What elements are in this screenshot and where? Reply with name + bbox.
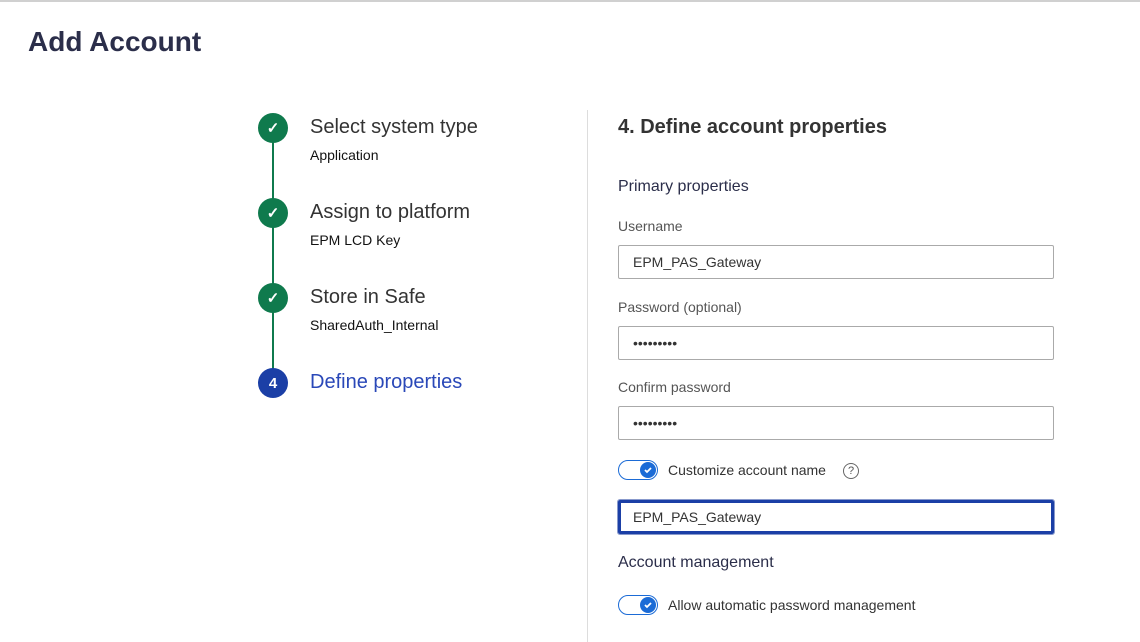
step-4-title: Define properties <box>310 371 462 394</box>
step-1-subtitle: Application <box>310 147 379 163</box>
check-icon <box>640 597 656 613</box>
step-1-title: Select system type <box>310 116 478 139</box>
account-name-input[interactable]: EPM_PAS_Gateway <box>618 500 1054 534</box>
stepper-line <box>272 128 274 383</box>
page-title: Add Account <box>28 26 201 58</box>
step-1-check-icon: ✓ <box>258 113 288 143</box>
auto-password-management-label: Allow automatic password management <box>668 597 915 613</box>
form-heading: 4. Define account properties <box>618 116 887 139</box>
username-input[interactable]: EPM_PAS_Gateway <box>618 245 1054 279</box>
confirm-password-label: Confirm password <box>618 379 731 395</box>
confirm-password-input[interactable]: ••••••••• <box>618 406 1054 440</box>
customize-account-name-label: Customize account name <box>668 462 826 478</box>
step-2-check-icon: ✓ <box>258 198 288 228</box>
help-icon[interactable]: ? <box>843 463 859 479</box>
step-4-number: 4 <box>258 368 288 398</box>
password-input[interactable]: ••••••••• <box>618 326 1054 360</box>
step-3-title: Store in Safe <box>310 286 426 309</box>
check-icon <box>640 462 656 478</box>
account-management-heading: Account management <box>618 554 774 572</box>
password-label: Password (optional) <box>618 299 742 315</box>
primary-properties-heading: Primary properties <box>618 178 749 196</box>
customize-account-name-toggle[interactable] <box>618 460 658 480</box>
divider <box>587 110 588 642</box>
username-label: Username <box>618 218 683 234</box>
auto-password-management-toggle[interactable] <box>618 595 658 615</box>
step-3-check-icon: ✓ <box>258 283 288 313</box>
step-2-title: Assign to platform <box>310 201 470 224</box>
step-3-subtitle: SharedAuth_Internal <box>310 317 438 333</box>
step-2-subtitle: EPM LCD Key <box>310 232 400 248</box>
